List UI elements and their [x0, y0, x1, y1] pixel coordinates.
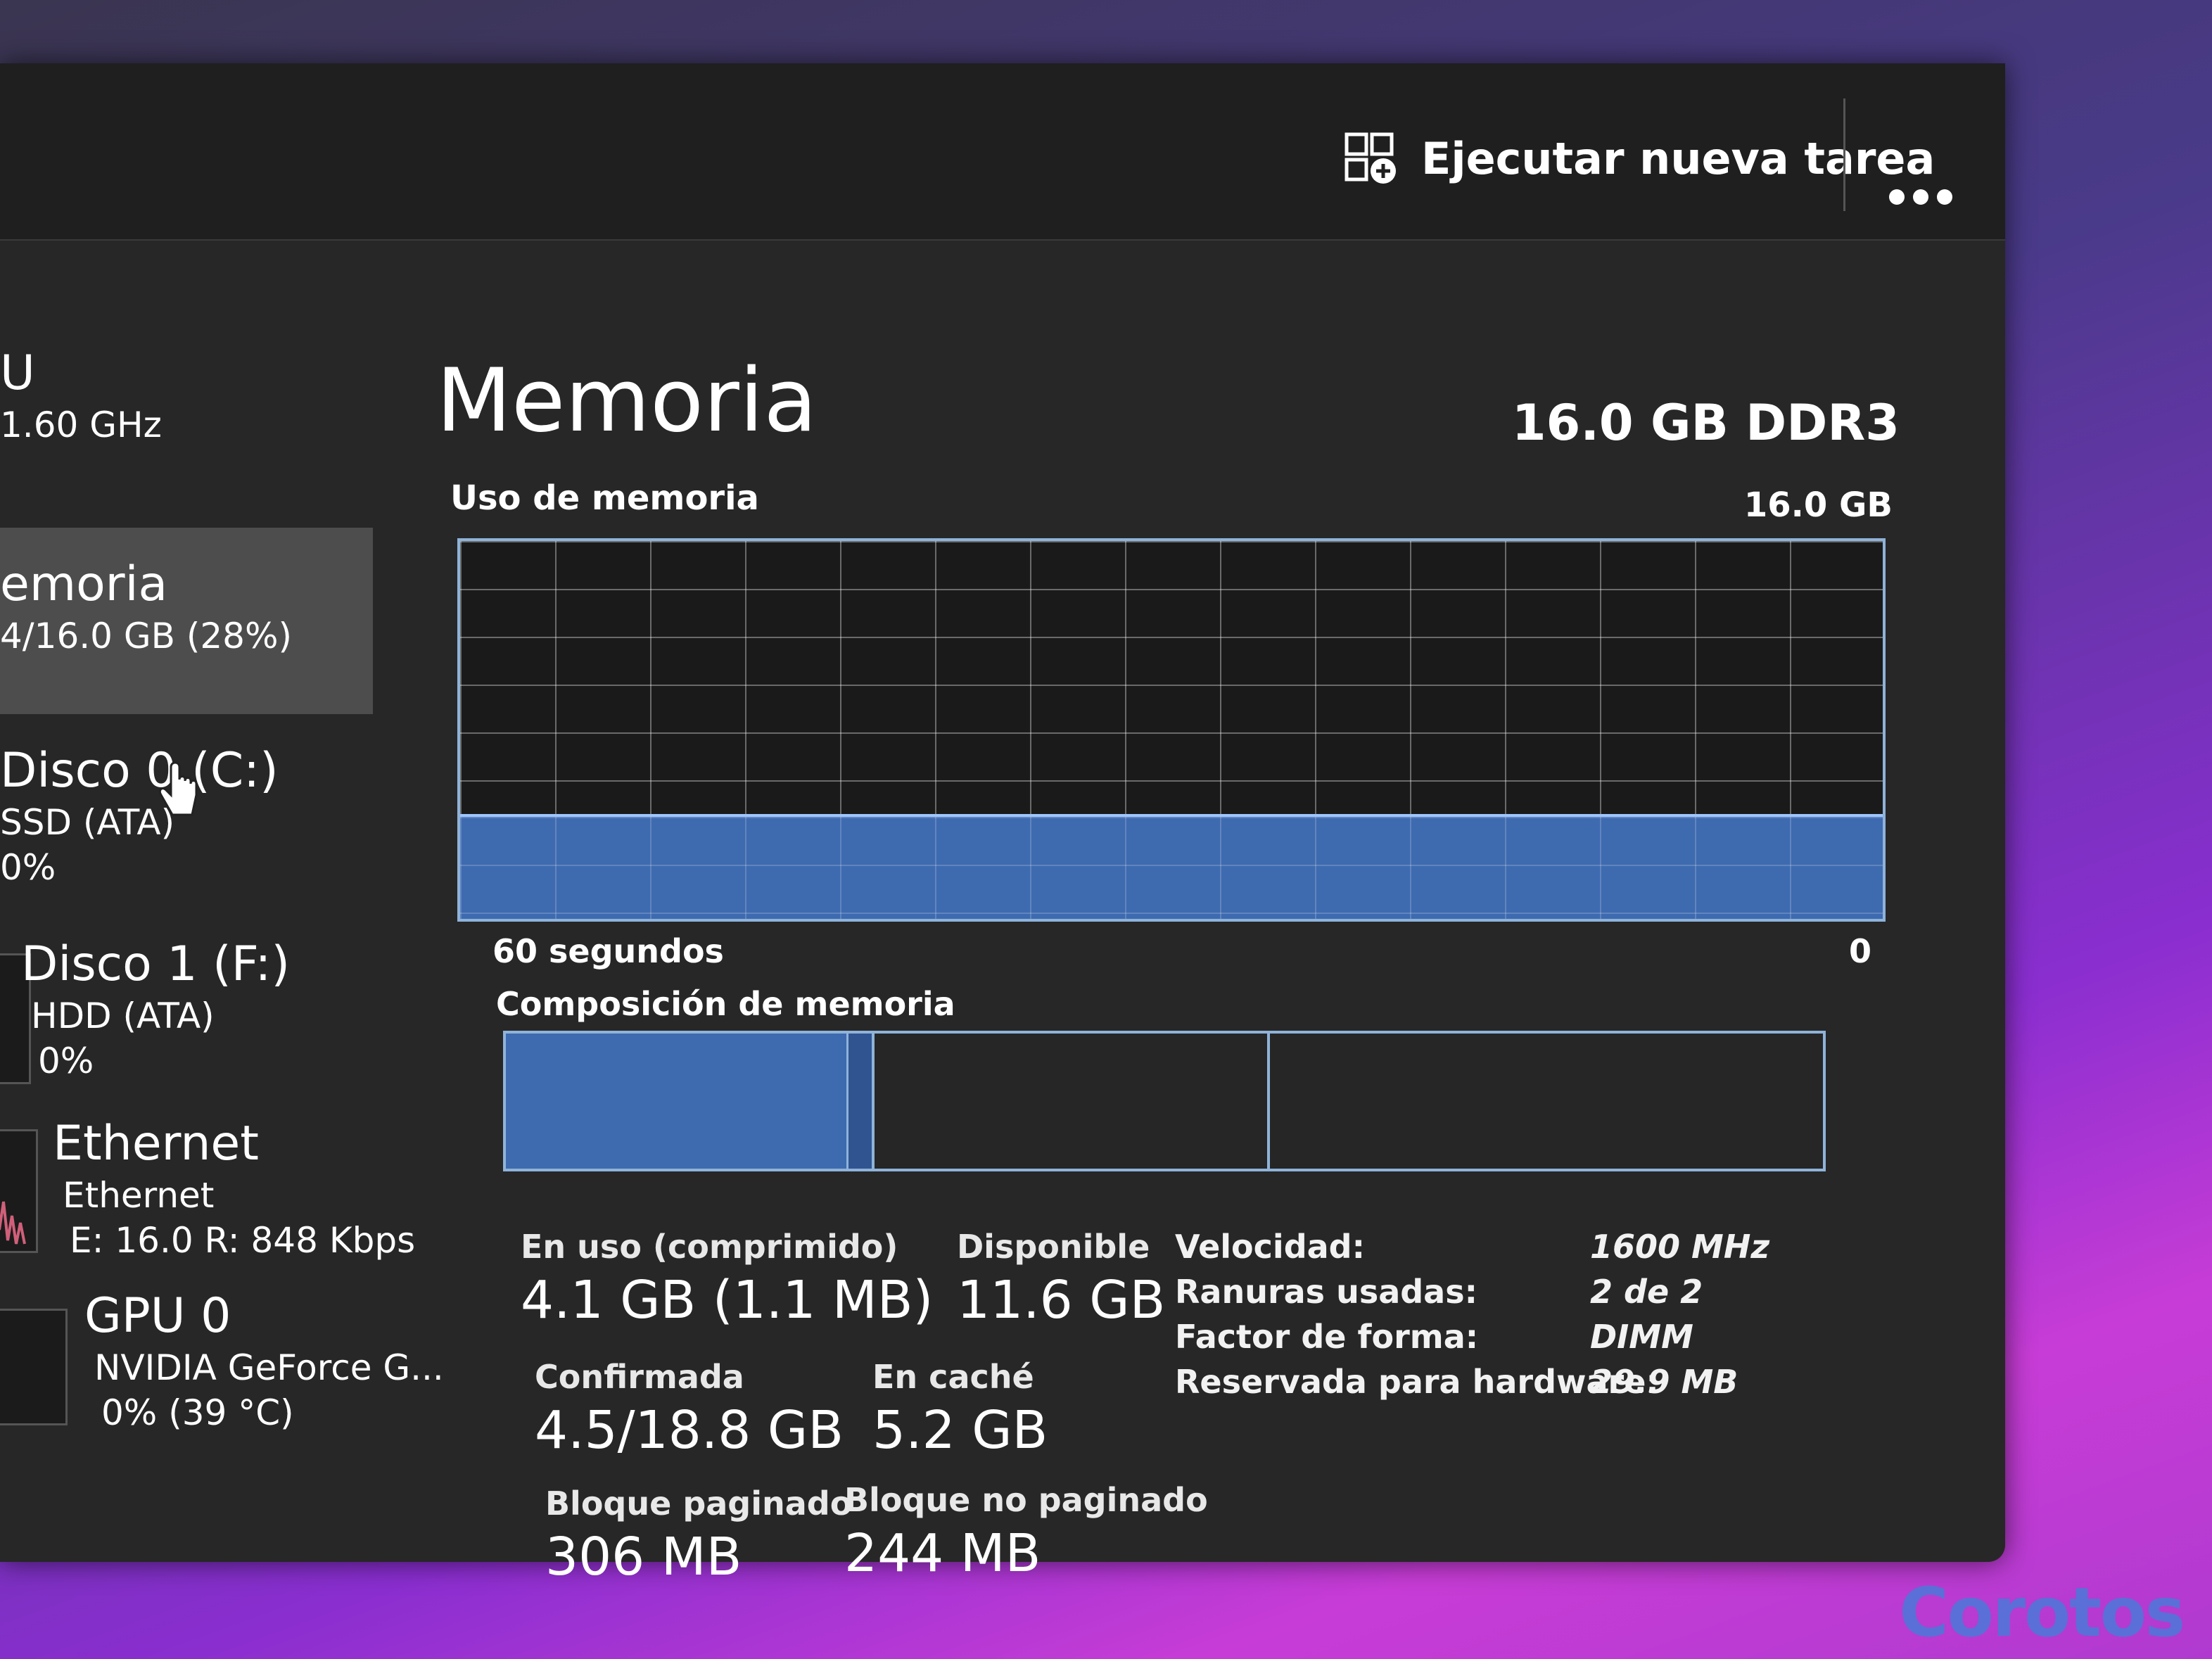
- task-manager-window: Ejecutar nueva tarea U 1.60 GHz emoria 4…: [0, 63, 2005, 1587]
- stat-label: Bloque no paginado: [844, 1481, 1208, 1519]
- page-title: Memoria: [436, 350, 818, 452]
- memory-panel: Memoria 16.0 GB DDR3 Uso de memoria 16.0…: [422, 239, 1970, 1587]
- property-row: Ranuras usadas: 2 de 2: [1175, 1269, 1769, 1314]
- property-value: 2 de 2: [1590, 1273, 1703, 1311]
- stat-paged-pool: Bloque paginado 306 MB: [545, 1485, 852, 1587]
- property-value: DIMM: [1590, 1318, 1693, 1356]
- stat-label: Confirmada: [535, 1358, 744, 1396]
- sidebar-item-value: 0% (39 °C): [101, 1392, 294, 1433]
- usage-graph-max: 16.0 GB: [1743, 485, 1893, 525]
- property-value: 29.9 MB: [1590, 1363, 1739, 1401]
- sidebar-item-title: U: [0, 345, 35, 401]
- sidebar-item-subtitle: SSD (ATA): [0, 802, 175, 843]
- stat-value: 306 MB: [545, 1527, 742, 1587]
- graph-axis-left: 60 segundos: [492, 932, 724, 970]
- sidebar-item-value: E: 16.0 R: 848 Kbps: [70, 1220, 416, 1261]
- stat-label: Disponible: [957, 1228, 1150, 1266]
- stat-in-use: En uso (comprimido) 4.1 GB (1.1 MB): [521, 1228, 933, 1330]
- property-key: Factor de forma:: [1175, 1318, 1479, 1356]
- graph-axis-right: 0: [1848, 932, 1871, 970]
- sidebar-item-ethernet[interactable]: Ethernet Ethernet E: 16.0 R: 848 Kbps: [53, 1115, 415, 1263]
- composition-standby[interactable]: [875, 1034, 1270, 1169]
- memory-usage-graph: [457, 538, 1886, 922]
- sidebar-item-memory-text: emoria 4/16.0 GB (28%): [0, 556, 292, 659]
- run-task-icon: [1344, 132, 1397, 185]
- stat-value: 5.2 GB: [872, 1400, 1048, 1461]
- composition-modified[interactable]: [848, 1034, 875, 1169]
- sidebar-item-disk-1[interactable]: Disco 1 (F:) HDD (ATA) 0%: [21, 936, 290, 1083]
- sidebar-item-title: Disco 0 (C:): [0, 743, 279, 799]
- stat-value: 4.5/18.8 GB: [535, 1400, 844, 1461]
- toolbar-divider: [1843, 98, 1845, 211]
- sidebar-item-subtitle: 4/16.0 GB (28%): [0, 616, 292, 656]
- watermark-logo: Corotos: [1899, 1573, 2185, 1652]
- composition-free[interactable]: [1269, 1034, 1823, 1169]
- stat-nonpaged-pool: Bloque no paginado 244 MB: [844, 1481, 1208, 1584]
- stat-value: 244 MB: [844, 1523, 1041, 1584]
- property-row: Reservada para hardware: 29.9 MB: [1175, 1359, 1769, 1404]
- sidebar-item-gpu[interactable]: GPU 0 NVIDIA GeForce G... 0% (39 °C): [84, 1288, 444, 1435]
- property-key: Velocidad:: [1175, 1228, 1365, 1266]
- stat-label: En caché: [872, 1358, 1034, 1396]
- sidebar-item-title: emoria: [0, 557, 168, 612]
- run-new-task-label: Ejecutar nueva tarea: [1421, 132, 1936, 184]
- sidebar-item-value: 0%: [38, 1041, 94, 1081]
- sidebar-item-disk-0[interactable]: Disco 0 (C:) SSD (ATA) 0%: [0, 742, 279, 890]
- gpu-thumbnail: [0, 1309, 68, 1425]
- stat-label: En uso (comprimido): [521, 1228, 898, 1266]
- property-row: Velocidad: 1600 MHz: [1175, 1224, 1769, 1269]
- sidebar-item-title: GPU 0: [84, 1288, 231, 1344]
- composition-in-use[interactable]: [506, 1034, 848, 1169]
- sidebar-item-subtitle: HDD (ATA): [31, 996, 215, 1036]
- sidebar-item-subtitle: Ethernet: [63, 1175, 215, 1216]
- property-row: Factor de forma: DIMM: [1175, 1314, 1769, 1359]
- property-value: 1600 MHz: [1590, 1228, 1770, 1266]
- memory-properties: Velocidad: 1600 MHz Ranuras usadas: 2 de…: [1175, 1224, 1769, 1404]
- composition-label: Composición de memoria: [496, 985, 955, 1023]
- memory-usage-fill: [460, 814, 1883, 919]
- sidebar: U 1.60 GHz emoria 4/16.0 GB (28%) Disco …: [0, 239, 444, 1562]
- stat-label: Bloque paginado: [545, 1485, 853, 1523]
- sidebar-item-title: Ethernet: [53, 1116, 259, 1171]
- stat-value: 4.1 GB (1.1 MB): [521, 1270, 934, 1330]
- memory-spec: 16.0 GB DDR3: [1511, 394, 1900, 452]
- property-key: Reservada para hardware:: [1175, 1363, 1659, 1401]
- run-new-task-button[interactable]: Ejecutar nueva tarea: [1344, 120, 1935, 197]
- sidebar-item-subtitle: 1.60 GHz: [0, 405, 162, 445]
- toolbar: Ejecutar nueva tarea: [0, 63, 2005, 241]
- stat-committed: Confirmada 4.5/18.8 GB: [535, 1358, 844, 1461]
- more-icon[interactable]: [1886, 183, 1956, 211]
- sidebar-item-value: 0%: [0, 847, 56, 888]
- stat-available: Disponible 11.6 GB: [957, 1228, 1165, 1330]
- ethernet-thumbnail: [0, 1129, 38, 1253]
- sidebar-item-title: Disco 1 (F:): [21, 936, 290, 992]
- memory-composition-bar: [503, 1031, 1826, 1171]
- stat-value: 11.6 GB: [957, 1270, 1166, 1330]
- property-key: Ranuras usadas:: [1175, 1273, 1477, 1311]
- usage-graph-label: Uso de memoria: [450, 478, 759, 518]
- hand-cursor-icon: [158, 760, 201, 823]
- sidebar-item-subtitle: NVIDIA GeForce G...: [94, 1347, 444, 1388]
- sidebar-item-cpu[interactable]: U 1.60 GHz: [0, 345, 162, 447]
- stat-cached: En caché 5.2 GB: [872, 1358, 1048, 1461]
